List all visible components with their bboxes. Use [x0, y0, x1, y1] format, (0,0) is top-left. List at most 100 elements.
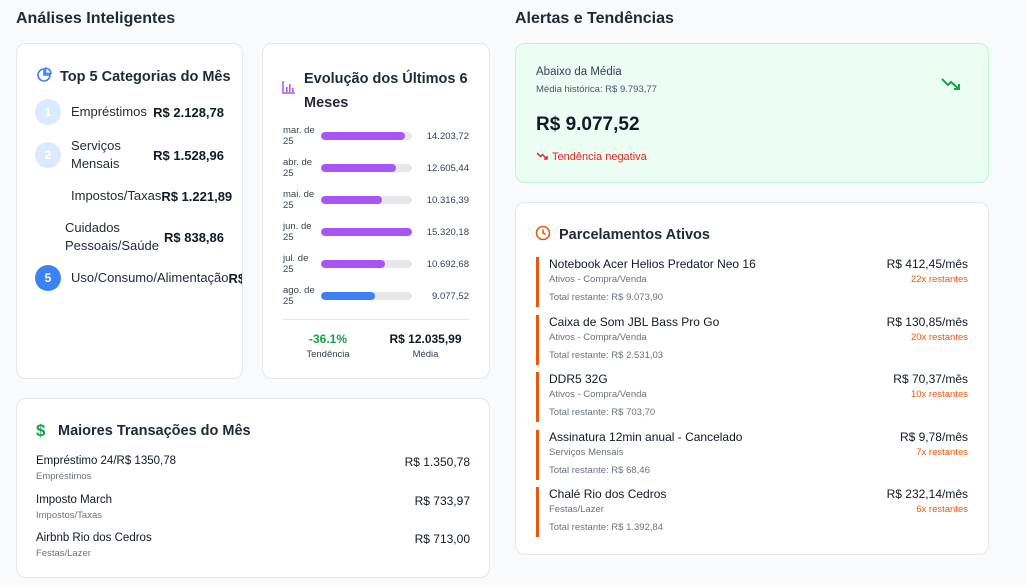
installments-title: Parcelamentos Ativos — [559, 227, 710, 243]
evolution-title: Evolução dos Últimos 6 Meses — [304, 71, 468, 111]
installment-category: Ativos - Compra/Venda — [549, 332, 647, 343]
bar-track — [321, 228, 412, 236]
installment-name: Notebook Acer Helios Predator Neo 16 — [549, 257, 756, 271]
dollar-icon: $ — [36, 421, 46, 440]
pie-chart-icon — [36, 67, 52, 87]
installment-remaining: 6x restantes — [916, 504, 968, 515]
transaction-amount: R$ 713,00 — [414, 532, 470, 546]
average-value: R$ 12.035,99 — [389, 332, 462, 346]
rank-badge: 2 — [35, 142, 61, 168]
bar-chart-icon — [282, 80, 296, 98]
rank-badge: 1 — [35, 99, 61, 125]
transaction-name: Imposto March — [36, 494, 113, 506]
installment-category: Festas/Lazer — [549, 504, 604, 515]
bar-value-label: 10.692,68 — [426, 258, 469, 270]
rank-badge — [35, 183, 61, 209]
bar-track — [321, 196, 412, 204]
installment-amount: R$ 412,45/mês — [886, 257, 968, 271]
installment-amount: R$ 9,78/mês — [899, 430, 968, 444]
trending-down-icon — [941, 76, 961, 97]
installment-item[interactable]: Chalé Rio dos Cedros Festas/Lazer Total … — [536, 487, 968, 537]
transaction-row[interactable]: Airbnb Rio dos Cedros Festas/Lazer R$ 71… — [36, 532, 470, 562]
installment-total: Total restante: R$ 2.531,03 — [549, 350, 664, 361]
category-name: Serviços Mensais — [71, 138, 121, 171]
category-value: R$ 2.128,78 — [153, 104, 224, 120]
bar-value-label: 10.316,39 — [426, 194, 469, 206]
installment-category: Ativos - Compra/Venda — [549, 274, 647, 285]
bar-track — [321, 260, 412, 268]
chart-row: mai. de 25 10.316,39 — [283, 186, 469, 214]
transactions-title: Maiores Transações do Mês — [58, 423, 251, 439]
installment-name: Chalé Rio dos Cedros — [549, 487, 667, 501]
bar — [321, 260, 385, 268]
installment-name: Assinatura 12min anual - Cancelado — [549, 430, 743, 444]
installment-category: Serviços Mensais — [549, 447, 624, 458]
chart-row: ago. de 25 9.077,52 — [283, 282, 469, 310]
trend-value: -36.1% — [308, 332, 348, 346]
left-section-title: Análises Inteligentes — [16, 10, 176, 27]
trend-label: Tendência — [306, 349, 350, 360]
divider — [283, 319, 469, 320]
transactions-card: $ Maiores Transações do Mês Empréstimo 2… — [16, 398, 490, 578]
installment-total: Total restante: R$ 9.073,90 — [549, 292, 664, 303]
right-section-title: Alertas e Tendências — [515, 10, 674, 27]
installment-item[interactable]: Notebook Acer Helios Predator Neo 16 Ati… — [536, 257, 968, 307]
installment-remaining: 20x restantes — [910, 332, 968, 343]
installment-amount: R$ 70,37/mês — [893, 372, 968, 386]
transaction-category: Impostos/Taxas — [36, 510, 102, 521]
transaction-category: Empréstimos — [36, 471, 92, 482]
alert-subtitle: Média histórica: R$ 9.793,77 — [536, 84, 657, 95]
bar-value-label: 12.605,44 — [426, 162, 469, 174]
bar — [321, 164, 396, 172]
bar — [321, 228, 412, 236]
category-value: R$ 1.221,89 — [161, 188, 233, 204]
installment-total: Total restante: R$ 68,46 — [549, 465, 650, 476]
trending-down-icon — [536, 148, 548, 166]
month-label: jul. de 25 — [283, 253, 309, 275]
installment-item[interactable]: Assinatura 12min anual - Cancelado Servi… — [536, 430, 968, 480]
evolution-card: Evolução dos Últimos 6 Meses mar. de 25 1… — [262, 43, 490, 379]
bar-value-label: 9.077,52 — [432, 290, 469, 302]
bar-value-label: 14.203,72 — [426, 130, 469, 142]
category-name: Impostos/Taxas — [71, 188, 162, 203]
month-label: mar. de 25 — [283, 125, 315, 147]
bar — [321, 132, 406, 140]
bar — [321, 196, 383, 204]
bar — [321, 292, 375, 300]
alert-amount: R$ 9.077,52 — [536, 114, 640, 135]
chart-row: mar. de 25 14.203,72 — [283, 122, 469, 150]
category-name: Cuidados Pessoais/Saúde — [65, 220, 159, 253]
installment-remaining: 22x restantes — [910, 274, 968, 285]
average-label: Média — [412, 349, 439, 360]
rank-badge: 5 — [35, 265, 61, 291]
category-row: Impostos/Taxas R$ 1.221,89 — [35, 183, 232, 209]
installment-name: Caixa de Som JBL Bass Pro Go — [549, 315, 720, 329]
category-name: Empréstimos — [71, 104, 147, 119]
below-average-alert: Abaixo da Média Média histórica: R$ 9.79… — [515, 43, 989, 183]
top-categories-title: Top 5 Categorias do Mês — [60, 69, 231, 85]
installments-card: Parcelamentos Ativos Notebook Acer Helio… — [515, 202, 989, 555]
installment-amount: R$ 232,14/mês — [886, 487, 968, 501]
bar-track — [321, 164, 412, 172]
transaction-name: Empréstimo 24/R$ 1350,78 — [36, 455, 176, 467]
month-label: ago. de 25 — [283, 285, 315, 307]
transaction-row[interactable]: Empréstimo 24/R$ 1350,78 Empréstimos R$ … — [36, 455, 470, 485]
installment-remaining: 7x restantes — [916, 447, 968, 458]
category-name: Uso/Consumo/Alimentação — [71, 270, 229, 285]
installment-name: DDR5 32G — [549, 372, 608, 386]
chart-row: abr. de 25 12.605,44 — [283, 154, 469, 182]
category-row: 1 Empréstimos R$ 2.128,78 — [35, 99, 224, 125]
clock-icon — [535, 225, 551, 245]
installment-item[interactable]: Caixa de Som JBL Bass Pro Go Ativos - Co… — [536, 315, 968, 365]
installment-total: Total restante: R$ 703,70 — [549, 407, 656, 418]
category-value: R$ 1.528,96 — [153, 147, 224, 163]
category-row: Cuidados Pessoais/Saúde R$ 838,86 — [35, 218, 224, 256]
category-row: 2 Serviços Mensais R$ 1.528,96 — [35, 136, 224, 174]
transaction-row[interactable]: Imposto March Impostos/Taxas R$ 733,97 — [36, 494, 470, 524]
bar-value-label: 15.320,18 — [426, 226, 469, 238]
category-value: R$ 838,86 — [164, 229, 224, 245]
installment-item[interactable]: DDR5 32G Ativos - Compra/Venda Total res… — [536, 372, 968, 422]
installment-category: Ativos - Compra/Venda — [549, 389, 647, 400]
top-categories-card: Top 5 Categorias do Mês 1 Empréstimos R$… — [16, 43, 243, 379]
chart-row: jul. de 25 10.692,68 — [283, 250, 469, 278]
